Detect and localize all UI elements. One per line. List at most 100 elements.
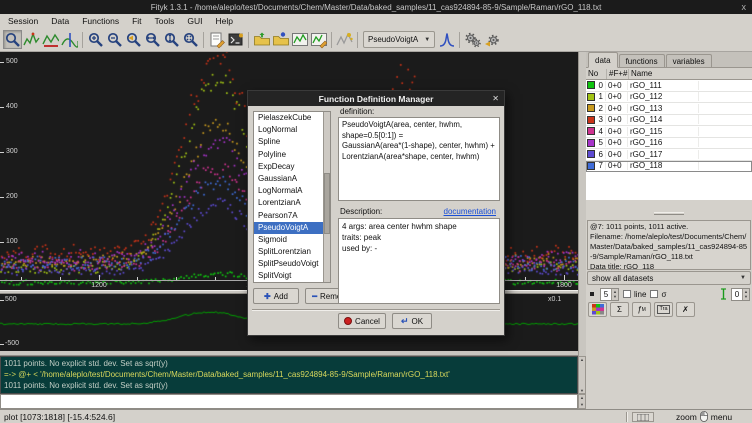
zoom-previous-button[interactable]: [124, 30, 143, 49]
command-history-spinner[interactable]: ▲▼: [578, 394, 586, 409]
background-mode-button[interactable]: [41, 30, 60, 49]
function-item-lognormal[interactable]: LogNormal: [254, 124, 330, 136]
dataset-row-rGO_117[interactable]: 60+0rGO_117: [586, 149, 752, 161]
dataset-row-rGO_112[interactable]: 10+0rGO_112: [586, 92, 752, 104]
add-peak-button[interactable]: [437, 30, 456, 49]
data-range-mode-button[interactable]: [22, 30, 41, 49]
dataset-row-rGO_111[interactable]: 00+0rGO_111: [586, 80, 752, 92]
dataset-row-rGO_116[interactable]: 50+0rGO_116: [586, 138, 752, 150]
function-item-expdecay[interactable]: ExpDecay: [254, 161, 330, 173]
scroll-down-icon[interactable]: ▼: [580, 388, 584, 393]
function-item-spline[interactable]: Spline: [254, 136, 330, 148]
dataset-color-swatch[interactable]: [587, 104, 595, 112]
sidebar-splitter-handle[interactable]: [654, 212, 684, 215]
tab-data[interactable]: data: [588, 52, 618, 68]
spinner-arrows-icon[interactable]: ▲▼: [611, 289, 618, 300]
scroll-up-icon[interactable]: ▲: [580, 357, 584, 362]
window-close-button[interactable]: x: [742, 0, 747, 14]
menu-data[interactable]: Data: [51, 16, 69, 26]
output-console[interactable]: 1011 points. No explicit std. dev. Set a…: [0, 356, 578, 394]
spin-down-icon[interactable]: ▼: [580, 402, 584, 408]
dataset-row-rGO_114[interactable]: 30+0rGO_114: [586, 115, 752, 127]
tab-functions[interactable]: functions: [619, 54, 665, 67]
function-item-pseudovoigta[interactable]: PseudoVoigtA: [254, 222, 330, 234]
spinner-arrows-icon[interactable]: ▲▼: [742, 289, 749, 300]
list-scrollbar[interactable]: [323, 112, 330, 282]
add-function-button[interactable]: ✚ Add: [253, 288, 299, 304]
line-checkbox[interactable]: [623, 290, 631, 298]
x-tick: [215, 277, 216, 280]
scrollbar-thumb[interactable]: [324, 173, 330, 234]
zoom-all-button[interactable]: [181, 30, 200, 49]
shadow-spinner[interactable]: 0 ▲▼: [731, 288, 750, 301]
function-item-splitpseudovoigt[interactable]: SplitPseudoVoigt: [254, 258, 330, 270]
zoom-out-button[interactable]: [105, 30, 124, 49]
zoom-horizontal-button[interactable]: [143, 30, 162, 49]
transform-button[interactable]: Tra: [654, 302, 673, 317]
dataset-color-swatch[interactable]: [587, 116, 595, 124]
zoom-mode-button[interactable]: [3, 30, 22, 49]
data-editor-button[interactable]: [309, 30, 328, 49]
add-peak-mode-button[interactable]: [60, 30, 79, 49]
undo-fit-button[interactable]: [482, 30, 501, 49]
function-item-splitvoigt[interactable]: SplitVoigt: [254, 270, 330, 282]
x-tick: [99, 275, 100, 280]
function-item-lorentziana[interactable]: LorentzianA: [254, 197, 330, 209]
spin-up-icon[interactable]: ▲: [580, 395, 584, 401]
console-scrollbar[interactable]: ▲▼: [578, 356, 586, 394]
zoom-vertical-button[interactable]: [162, 30, 181, 49]
dataset-color-swatch[interactable]: [587, 81, 595, 89]
menu-gui[interactable]: GUI: [187, 16, 202, 26]
functions-button[interactable]: ƒM: [632, 302, 651, 317]
function-item-pearson7a[interactable]: Pearson7A: [254, 210, 330, 222]
delete-x-icon: ✗: [682, 305, 689, 314]
dataset-color-swatch[interactable]: [587, 162, 595, 170]
menu-functions[interactable]: Functions: [82, 16, 119, 26]
function-item-polyline[interactable]: Polyline: [254, 149, 330, 161]
dataset-color-swatch[interactable]: [587, 139, 595, 147]
menu-session[interactable]: Session: [8, 16, 38, 26]
function-item-gaussiana[interactable]: GaussianA: [254, 173, 330, 185]
error-bar-icon: [720, 288, 727, 300]
dataset-row-rGO_113[interactable]: 20+0rGO_113: [586, 103, 752, 115]
delete-button[interactable]: ✗: [676, 302, 695, 317]
dialog-close-button[interactable]: ✕: [492, 91, 499, 106]
definition-textarea[interactable]: PseudoVoigtA(area, center, hwhm, shape=0…: [338, 117, 500, 201]
zoom-in-button[interactable]: [86, 30, 105, 49]
load-data-button[interactable]: [252, 30, 271, 49]
console-line-command: =-> @+ < '/home/aleplo/test/Documents/Ch…: [4, 369, 574, 380]
function-item-lognormala[interactable]: LogNormalA: [254, 185, 330, 197]
dataset-row-rGO_115[interactable]: 40+0rGO_115: [586, 126, 752, 138]
run-fit-button[interactable]: [463, 30, 482, 49]
status-coordinates: plot [1073:1818] [-15.4:524.6]: [4, 412, 115, 422]
dataset-row-rGO_118[interactable]: 70+0rGO_118: [586, 161, 752, 173]
status-toggle-button[interactable]: [632, 412, 654, 422]
sigma-checkbox[interactable]: [650, 290, 658, 298]
dataset-color-swatch[interactable]: [587, 93, 595, 101]
menu-fit[interactable]: Fit: [132, 16, 141, 26]
datasets-dropdown[interactable]: show all datasets ▼: [587, 271, 751, 285]
sum-button[interactable]: Σ: [610, 302, 629, 317]
function-type-list[interactable]: PielaszekCubeLogNormalSplinePolylineExpD…: [253, 111, 331, 283]
dialog-titlebar[interactable]: Function Definition Manager ✕: [248, 91, 504, 106]
data-full-view-button[interactable]: [290, 30, 309, 49]
command-log-button[interactable]: [226, 30, 245, 49]
point-size-spinner[interactable]: 5 ▲▼: [600, 288, 619, 301]
cancel-button[interactable]: Cancel: [338, 313, 386, 329]
script-editor-button[interactable]: [207, 30, 226, 49]
auto-add-peak-button[interactable]: [335, 30, 354, 49]
color-gradient-button[interactable]: [588, 302, 607, 317]
function-item-splitlorentzian[interactable]: SplitLorentzian: [254, 246, 330, 258]
menu-help[interactable]: Help: [216, 16, 233, 26]
function-item-sigmoid[interactable]: Sigmoid: [254, 234, 330, 246]
tab-variables[interactable]: variables: [666, 54, 712, 67]
load-data-custom-button[interactable]: [271, 30, 290, 49]
menu-tools[interactable]: Tools: [155, 16, 175, 26]
function-type-select[interactable]: PseudoVoigtA▼: [363, 31, 435, 48]
dataset-color-swatch[interactable]: [587, 150, 595, 158]
ok-button[interactable]: ↵ OK: [392, 313, 432, 329]
documentation-link[interactable]: documentation: [444, 207, 496, 216]
dataset-color-swatch[interactable]: [587, 127, 595, 135]
aux-tick-top: [0, 300, 4, 301]
function-item-pielaszekcube[interactable]: PielaszekCube: [254, 112, 330, 124]
